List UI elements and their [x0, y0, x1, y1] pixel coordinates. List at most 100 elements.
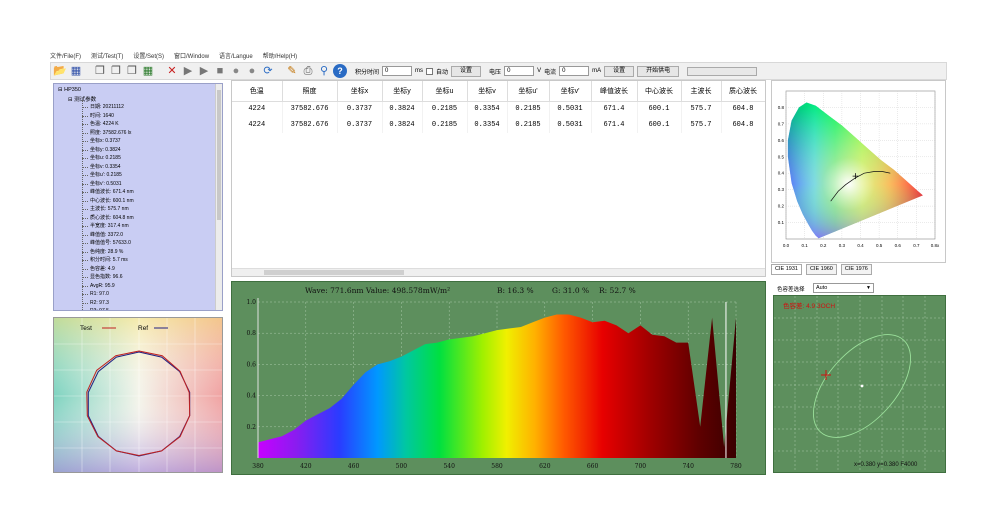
search-icon[interactable]: ⚲ — [317, 64, 331, 78]
delete-icon[interactable]: ✕ — [165, 64, 179, 78]
tree-item[interactable]: 坐标u': 0.2185 — [82, 171, 134, 180]
column-header[interactable]: 坐标v — [467, 81, 508, 102]
menu-item[interactable]: 文件/File(F) — [50, 51, 81, 62]
tree-item[interactable]: 峰值值: 3372.0 — [82, 231, 134, 240]
tree-item[interactable]: 峰值波长: 671.4 nm — [82, 188, 134, 197]
table-scroll-thumb[interactable] — [264, 270, 404, 275]
tree-item[interactable]: 日期: 20211112 — [82, 103, 134, 112]
x-tick-label: 700 — [635, 463, 647, 470]
stop-icon[interactable]: ■ — [213, 64, 227, 78]
table-cell: 31 — [765, 117, 766, 133]
pages-icon[interactable]: ❐ — [109, 64, 123, 78]
spectrum-area — [258, 314, 736, 458]
chevron-down-icon: ▼ — [866, 285, 871, 291]
power-set-button[interactable]: 设置 — [604, 65, 635, 77]
table-row[interactable]: 4224 37582.676 0.3737 0.3824 0.2185 0.3354 0.2… — [232, 101, 765, 117]
menu-item[interactable]: 语言/Langue — [219, 51, 253, 62]
tree-scroll-thumb[interactable] — [217, 90, 221, 220]
column-header[interactable]: 坐标v' — [549, 81, 592, 102]
current-unit: mA — [592, 68, 602, 74]
tree-item[interactable]: 色容差: 4.9 — [82, 265, 134, 274]
integration-time-input[interactable]: 0 — [382, 66, 413, 76]
pages-icon[interactable]: ❐ — [125, 64, 139, 78]
tolerance-select[interactable]: Auto ▼ — [813, 283, 874, 293]
tree-scrollbar[interactable] — [215, 84, 222, 310]
tree-item[interactable]: 坐标v: 0.3354 — [82, 163, 134, 172]
column-header[interactable]: 坐标u' — [507, 81, 550, 102]
x-tick-label: 380 — [252, 463, 264, 470]
cie-x-tick-label: 0.4 — [857, 243, 864, 248]
current-input[interactable]: 0 — [559, 66, 590, 76]
auto-checkbox[interactable] — [426, 67, 434, 75]
table-cell: 671.4 — [591, 101, 638, 117]
grid-icon[interactable]: ▦ — [141, 64, 155, 78]
step-icon[interactable]: ▶ — [197, 64, 211, 78]
y-tick-label: 0.2 — [246, 424, 256, 431]
play-icon[interactable]: ▶ — [181, 64, 195, 78]
tree-item[interactable]: R1: 97.0 — [82, 290, 134, 299]
tree-item[interactable]: R3: 97.5 — [90, 307, 134, 310]
column-header[interactable]: 色温 — [232, 81, 283, 102]
tree-item[interactable]: 积分时间: 5.7 ms — [82, 256, 134, 265]
tree-root-node[interactable]: ⊟ HP350 — [58, 87, 81, 93]
tree-item[interactable]: 色纯度: 28.9 % — [82, 248, 134, 257]
tab-cie-2[interactable]: CIE 1976 — [840, 264, 872, 275]
table-horizontal-scrollbar[interactable] — [232, 268, 765, 276]
pages-icon[interactable]: ❐ — [93, 64, 107, 78]
tree-root-label: HP350 — [64, 87, 81, 93]
menu-item[interactable]: 窗口/Window — [174, 51, 209, 62]
spectrum-chart[interactable]: 0.2 0.4 0.6 0.8 1.0 380 420 460 500 540 580 620 660 7… — [232, 282, 766, 475]
tree-item[interactable]: 坐标x: 0.3737 — [82, 137, 134, 146]
tree-item[interactable]: 时间: 1640 — [82, 112, 134, 121]
cie-y-tick-label: 0.7 — [778, 121, 785, 126]
tolerance-select-label: 色容差选择 — [777, 287, 805, 293]
tree-item[interactable]: 质心波长: 604.8 nm — [82, 214, 134, 223]
parameter-tree: ⊟ HP350 ⊟ 测试参数 日期: 20211112 时间: 1640 色温: 4… — [53, 83, 223, 311]
start-power-button[interactable]: 开始供电 — [637, 65, 680, 77]
bulb-icon[interactable]: ● — [245, 64, 259, 78]
menu-item[interactable]: 帮助/Help(H) — [263, 51, 297, 62]
column-header[interactable]: 坐标x — [337, 81, 383, 102]
help-icon[interactable]: ? — [333, 64, 347, 78]
column-header[interactable]: 质心波长 — [721, 81, 765, 102]
column-header[interactable]: 峰值波长 — [591, 81, 638, 102]
tree-item[interactable]: AvgR: 95.9 — [82, 282, 134, 291]
integration-set-button[interactable]: 设置 — [451, 65, 482, 77]
menu-item[interactable]: 测试/Test(T) — [91, 51, 123, 62]
tree-item[interactable]: 半宽度: 317.4 nm — [82, 222, 134, 231]
tree-item[interactable]: 峰值值号: 57633.0 — [82, 239, 134, 248]
tree-item[interactable]: 坐标u: 0.2185 — [82, 154, 134, 163]
bulb-icon[interactable]: ● — [229, 64, 243, 78]
tree-item[interactable]: 照度: 37582.676 lx — [82, 129, 134, 138]
table-cell: 0.2185 — [507, 117, 550, 133]
column-header[interactable]: 主波长 — [681, 81, 722, 102]
table-cell: 604.8 — [721, 101, 765, 117]
tab-cie-0[interactable]: CIE 1931 — [771, 264, 802, 275]
edit-icon[interactable]: ✎ — [285, 64, 299, 78]
tree-item[interactable]: 显色指数: 96.6 — [82, 273, 134, 282]
column-header[interactable]: 坐标y — [382, 81, 423, 102]
tab-cie-1[interactable]: CIE 1960 — [805, 264, 837, 275]
column-header[interactable]: 中心波长 — [637, 81, 682, 102]
column-header[interactable]: 半 — [765, 81, 766, 101]
tree-item[interactable]: 主波长: 575.7 nm — [82, 205, 134, 214]
toolbar: 📂 ▦ ❐ ❐ ❐ ▦ ✕ ▶ ▶ ■ ● ● ⟳ ✎ ⎙ ⚲ ? 积分时间 0… — [50, 62, 947, 80]
print-icon[interactable]: ⎙ — [301, 64, 315, 78]
color-tolerance-panel: 色容差: 4.9 3OCH x=0.380 y=0.380 F4000 — [773, 295, 946, 473]
refresh-icon[interactable]: ⟳ — [261, 64, 275, 78]
table-cell: 575.7 — [681, 117, 722, 133]
open-folder-icon[interactable]: 📂 — [53, 64, 67, 78]
tree-connector — [82, 100, 83, 310]
tree-item[interactable]: 中心波长: 600.1 nm — [82, 197, 134, 206]
table-row[interactable]: 4224 37582.676 0.3737 0.3824 0.2185 0.3354 0.2… — [232, 117, 766, 133]
tree-item[interactable]: 坐标v': 0.5031 — [82, 180, 134, 189]
column-header[interactable]: 坐标u — [422, 81, 468, 102]
tree-item[interactable]: R2: 97.3 — [82, 299, 134, 308]
voltage-input[interactable]: 0 — [504, 66, 535, 76]
save-icon[interactable]: ▦ — [69, 64, 83, 78]
column-header[interactable]: 照度 — [282, 81, 338, 102]
tree-item[interactable]: 色温: 4224 K — [82, 120, 134, 129]
cie-y-tick-label: 0.6 — [778, 138, 785, 143]
menu-item[interactable]: 设置/Set(S) — [133, 51, 164, 62]
tree-item[interactable]: 坐标y: 0.3824 — [82, 146, 134, 155]
